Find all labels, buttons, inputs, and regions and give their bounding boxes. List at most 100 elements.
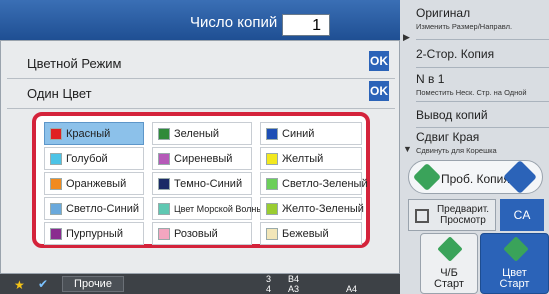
bw-start-label: Ч/Б Старт [421,268,477,290]
color-option[interactable]: Желто-Зеленый [260,197,364,220]
menu-item-original-sub: Изменить Размер/Направл. [416,22,513,31]
menu-item-edge-shift[interactable]: Сдвиг Края Сдвинуть для Корешка [416,130,549,156]
color-mode-row[interactable]: Цветной Режим OK [7,47,395,79]
color-selection-grid: Красный Зеленый Синий Голубой Сиреневый Желты… [32,112,370,248]
color-option[interactable]: Синий [260,122,362,145]
check-icon[interactable]: ✔ [38,277,48,291]
color-swatch [158,128,170,140]
tray-3-size: B4 [288,274,300,284]
color-option[interactable]: Голубой [44,147,144,170]
color-option-label: Сиреневый [174,153,233,165]
menu-item-duplex-title: 2-Стор. Копия [416,47,495,61]
other-button[interactable]: Прочие [62,276,124,292]
preview-button[interactable]: Предварит. Просмотр [408,199,496,231]
color-option[interactable]: Пурпурный [44,222,144,245]
color-option-label: Синий [282,128,315,140]
copies-input[interactable]: 1 [282,14,330,36]
color-option-label: Оранжевый [66,178,127,190]
color-option[interactable]: Сиреневый [152,147,252,170]
color-swatch [158,203,170,215]
color-option-label: Желтый [282,153,324,165]
right-panel: ▶ ▼ Оригинал Изменить Размер/Направл. 2-… [400,0,549,294]
copies-label: Число копий [190,14,278,31]
color-option-label: Желто-Зеленый [282,203,364,215]
scroll-down-icon[interactable]: ▼ [403,144,412,154]
color-option[interactable]: Светло-Зеленый [260,172,368,195]
color-swatch [266,228,278,240]
color-option[interactable]: Бежевый [260,222,362,245]
bottom-bar: ★ ✔ Прочие 3 B4 4 A3 A4 [0,274,400,294]
preview-icon [415,209,429,223]
menu-item-nup[interactable]: N в 1 Поместить Неск. Стр. на Одной [416,70,549,102]
color-swatch [50,128,62,140]
color-option-label: Бежевый [282,228,329,240]
color-mode-label: Цветной Режим [27,56,122,71]
menu-item-output[interactable]: Вывод копий [416,104,549,128]
color-swatch [158,178,170,190]
menu-item-nup-title: N в 1 [416,72,445,86]
bw-start-button[interactable]: Ч/Б Старт [420,233,478,294]
menu-item-nup-sub: Поместить Неск. Стр. на Одной [416,88,527,97]
color-option[interactable]: Темно-Синий [152,172,252,195]
play-icon: ▶ [403,32,410,42]
tray-status: 3 B4 4 A3 A4 [266,274,376,294]
color-option-label: Темно-Синий [174,178,243,190]
single-color-label: Один Цвет [27,86,92,101]
tray-4-number: 4 [266,284,272,294]
proof-copy-button[interactable]: Проб. Копия [408,160,543,194]
color-swatch [266,178,278,190]
single-color-row[interactable]: Один Цвет OK [7,77,395,109]
color-start-line2: Старт [499,278,530,290]
menu-item-duplex[interactable]: 2-Стор. Копия [416,42,549,68]
tray-3-number: 3 [266,274,272,284]
color-swatch [50,228,62,240]
clear-all-button[interactable]: CA [500,199,544,231]
color-option-label: Пурпурный [66,228,123,240]
color-option-label: Светло-Синий [66,203,139,215]
color-option[interactable]: Желтый [260,147,362,170]
color-option[interactable]: Красный [44,122,144,145]
tray-4-size: A3 [288,284,300,294]
color-start-label: Цвет Старт [481,268,548,290]
color-swatch [266,128,278,140]
color-swatch [50,153,62,165]
menu-item-output-title: Вывод копий [416,108,488,122]
color-start-button[interactable]: Цвет Старт [480,233,549,294]
single-color-ok-button[interactable]: OK [369,81,389,101]
color-start-diamond-icon [503,160,537,194]
color-option[interactable]: Цвет Морской Волны [152,197,263,220]
color-option-label: Розовый [174,228,218,240]
color-swatch [158,228,170,240]
menu-item-original[interactable]: Оригинал Изменить Размер/Направл. [416,6,549,40]
preview-label-line2: Просмотр [440,215,486,226]
color-option-label: Зеленый [174,128,220,140]
color-option-label: Светло-Зеленый [282,178,368,190]
color-option-label: Голубой [66,153,108,165]
color-swatch [158,153,170,165]
start-diamond-icon [437,236,463,262]
color-option[interactable]: Розовый [152,222,252,245]
color-option-label: Красный [66,128,111,140]
menu-item-original-title: Оригинал [416,6,471,20]
color-option-label: Цвет Морской Волны [174,204,263,214]
color-option[interactable]: Зеленый [152,122,252,145]
preview-label-line1: Предварит. [436,204,490,215]
color-swatch [266,153,278,165]
color-swatch [50,178,62,190]
menu-item-edge-shift-sub: Сдвинуть для Корешка [416,146,497,155]
color-swatch [266,203,278,215]
menu-scrollbar[interactable]: ▶ ▼ [402,4,414,154]
star-icon[interactable]: ★ [14,278,25,292]
copies-bar: Число копий 1 [0,0,400,40]
preview-label: Предварит. Просмотр [431,204,495,226]
bw-start-line2: Старт [434,278,464,290]
start-diamond-icon [503,236,529,262]
color-option[interactable]: Оранжевый [44,172,144,195]
start-diamond-icon [412,162,442,192]
color-option[interactable]: Светло-Синий [44,197,144,220]
color-mode-ok-button[interactable]: OK [369,51,389,71]
output-paper-size: A4 [346,284,358,294]
color-swatch [50,203,62,215]
menu-item-edge-shift-title: Сдвиг Края [416,130,480,144]
proof-copy-label: Проб. Копия [441,172,510,186]
